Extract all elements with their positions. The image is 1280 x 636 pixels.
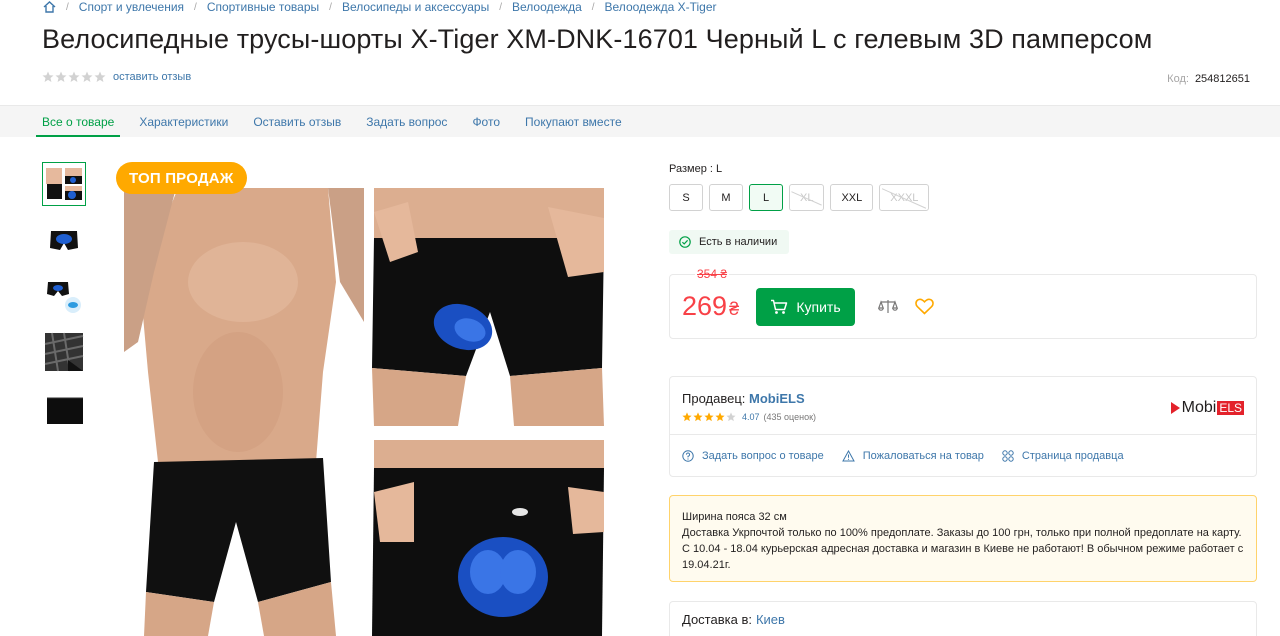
stock-status: Есть в наличии: [669, 230, 790, 254]
thumbnail-4[interactable]: [42, 330, 86, 374]
grid-icon: [1002, 450, 1014, 462]
product-rating: оставить отзыв: [42, 71, 191, 83]
old-price: 354 ₴: [695, 267, 730, 281]
product-tabs: Все о товаре Характеристики Оставить отз…: [0, 105, 1280, 137]
size-option-xxxl: XXXL: [879, 184, 930, 211]
breadcrumb-separator: /: [194, 1, 197, 13]
product-photo-front: [124, 188, 364, 636]
seller-logo-text: Mobi: [1181, 399, 1217, 416]
price-value: 269: [682, 291, 728, 321]
tab-characteristics[interactable]: Характеристики: [139, 106, 228, 137]
seller-page-label: Страница продавца: [1021, 450, 1124, 462]
star-icon: [715, 412, 725, 422]
seller-rating: 4.07 (435 оценок): [682, 412, 816, 422]
delivery-box: Доставка в: Киев: [669, 601, 1257, 636]
report-product-label: Пожаловаться на товар: [862, 450, 984, 462]
size-option-s[interactable]: S: [669, 184, 703, 211]
thumbnail-1[interactable]: [42, 162, 86, 206]
seller-line: Продавец: MobiELS: [682, 391, 805, 406]
divider: [670, 434, 1256, 435]
thumbnail-list: [42, 162, 88, 442]
breadcrumb: / Спорт и увлечения / Спортивные товары …: [42, 0, 717, 14]
ask-seller-question-label: Задать вопрос о товаре: [702, 450, 824, 462]
current-price: 269 ₴: [682, 291, 739, 322]
report-product-link[interactable]: Пожаловаться на товар: [841, 450, 984, 462]
seller-page-link[interactable]: Страница продавца: [1002, 450, 1124, 462]
size-label: Размер : L: [669, 163, 723, 175]
top-sales-badge: ТОП ПРОДАЖ: [116, 162, 247, 194]
breadcrumb-separator: /: [329, 1, 332, 13]
breadcrumb-item[interactable]: Спортивные товары: [207, 0, 319, 14]
tab-photo[interactable]: Фото: [472, 106, 500, 137]
tab-all-about[interactable]: Все о товаре: [35, 106, 121, 137]
tab-leave-review[interactable]: Оставить отзыв: [253, 106, 341, 137]
page-title: Велосипедные трусы-шорты X-Tiger XM-DNK-…: [42, 24, 1153, 54]
star-icon: [42, 71, 54, 82]
buy-button[interactable]: Купить: [756, 288, 855, 326]
product-photo-front-pad: [370, 188, 606, 426]
star-icon: [94, 71, 106, 82]
seller-logo[interactable]: Mobi ELS: [1170, 399, 1244, 417]
check-circle-icon: [679, 236, 691, 248]
size-option-m[interactable]: M: [709, 184, 743, 211]
delivery-label: Доставка в:: [682, 612, 752, 627]
breadcrumb-separator: /: [591, 1, 595, 13]
notice-line: Доставка Укрпочтой только по 100% предоп…: [682, 527, 1244, 571]
seller-rating-score: 4.07: [742, 412, 760, 422]
warning-icon: [841, 450, 855, 462]
notice-line: Ширина пояса 32 см: [682, 511, 787, 523]
thumbnail-5[interactable]: [42, 386, 86, 430]
question-circle-icon: [682, 450, 694, 462]
home-icon[interactable]: [42, 0, 56, 14]
star-icon: [55, 71, 67, 82]
heart-icon[interactable]: [915, 298, 934, 315]
price-currency: ₴: [729, 299, 740, 319]
tab-bought-together[interactable]: Покупают вместе: [525, 106, 622, 137]
seller-notice: Ширина пояса 32 см Доставка Укрпочтой то…: [669, 495, 1257, 582]
product-code: Код: 254812651: [1167, 73, 1250, 85]
thumbnail-2[interactable]: [42, 218, 86, 262]
breadcrumb-item[interactable]: Велоодежда X-Tiger: [605, 0, 717, 14]
delivery-line: Доставка в: Киев: [682, 612, 785, 627]
star-icon: [693, 412, 703, 422]
product-photo-back-pad: [370, 440, 606, 636]
star-icon: [68, 71, 80, 82]
buy-button-label: Купить: [796, 299, 841, 315]
product-code-value: 254812651: [1194, 73, 1250, 85]
breadcrumb-separator: /: [499, 1, 502, 13]
thumbnail-3[interactable]: [42, 274, 86, 318]
seller-actions: Задать вопрос о товаре Пожаловаться на т…: [682, 450, 1124, 462]
seller-logo-badge: ELS: [1217, 401, 1244, 415]
cart-icon: [771, 299, 788, 314]
buy-box: 354 ₴ 269 ₴ Купить: [669, 267, 1257, 339]
seller-box: Продавец: MobiELS 4.07 (435 оценок) Mobi…: [669, 376, 1257, 477]
breadcrumb-item[interactable]: Спорт и увлечения: [79, 0, 184, 14]
star-icon: [726, 412, 736, 422]
seller-name-link[interactable]: MobiELS: [749, 391, 805, 406]
ask-seller-question-link[interactable]: Задать вопрос о товаре: [682, 450, 824, 462]
breadcrumb-separator: /: [66, 1, 69, 13]
product-code-label: Код:: [1167, 73, 1189, 85]
size-option-xl: XL: [789, 184, 825, 211]
size-selector: S M L XL XXL XXXL: [669, 184, 930, 211]
tab-ask-question[interactable]: Задать вопрос: [366, 106, 447, 137]
seller-rating-count: (435 оценок): [763, 412, 817, 422]
play-icon: [1170, 402, 1180, 414]
rating-stars: [42, 71, 106, 83]
seller-rating-stars: [682, 412, 736, 422]
breadcrumb-item[interactable]: Велосипеды и аксессуары: [342, 0, 489, 14]
delivery-city-link[interactable]: Киев: [756, 612, 785, 627]
stock-status-text: Есть в наличии: [699, 236, 778, 248]
size-option-xxl[interactable]: XXL: [830, 184, 874, 211]
star-icon: [682, 412, 692, 422]
size-option-l[interactable]: L: [749, 184, 783, 211]
compare-icon[interactable]: [878, 299, 898, 315]
leave-review-link[interactable]: оставить отзыв: [113, 71, 191, 83]
star-icon: [704, 412, 714, 422]
star-icon: [81, 71, 93, 82]
breadcrumb-item[interactable]: Велоодежда: [512, 0, 582, 14]
main-product-image[interactable]: [118, 162, 618, 636]
seller-label: Продавец:: [682, 391, 746, 406]
